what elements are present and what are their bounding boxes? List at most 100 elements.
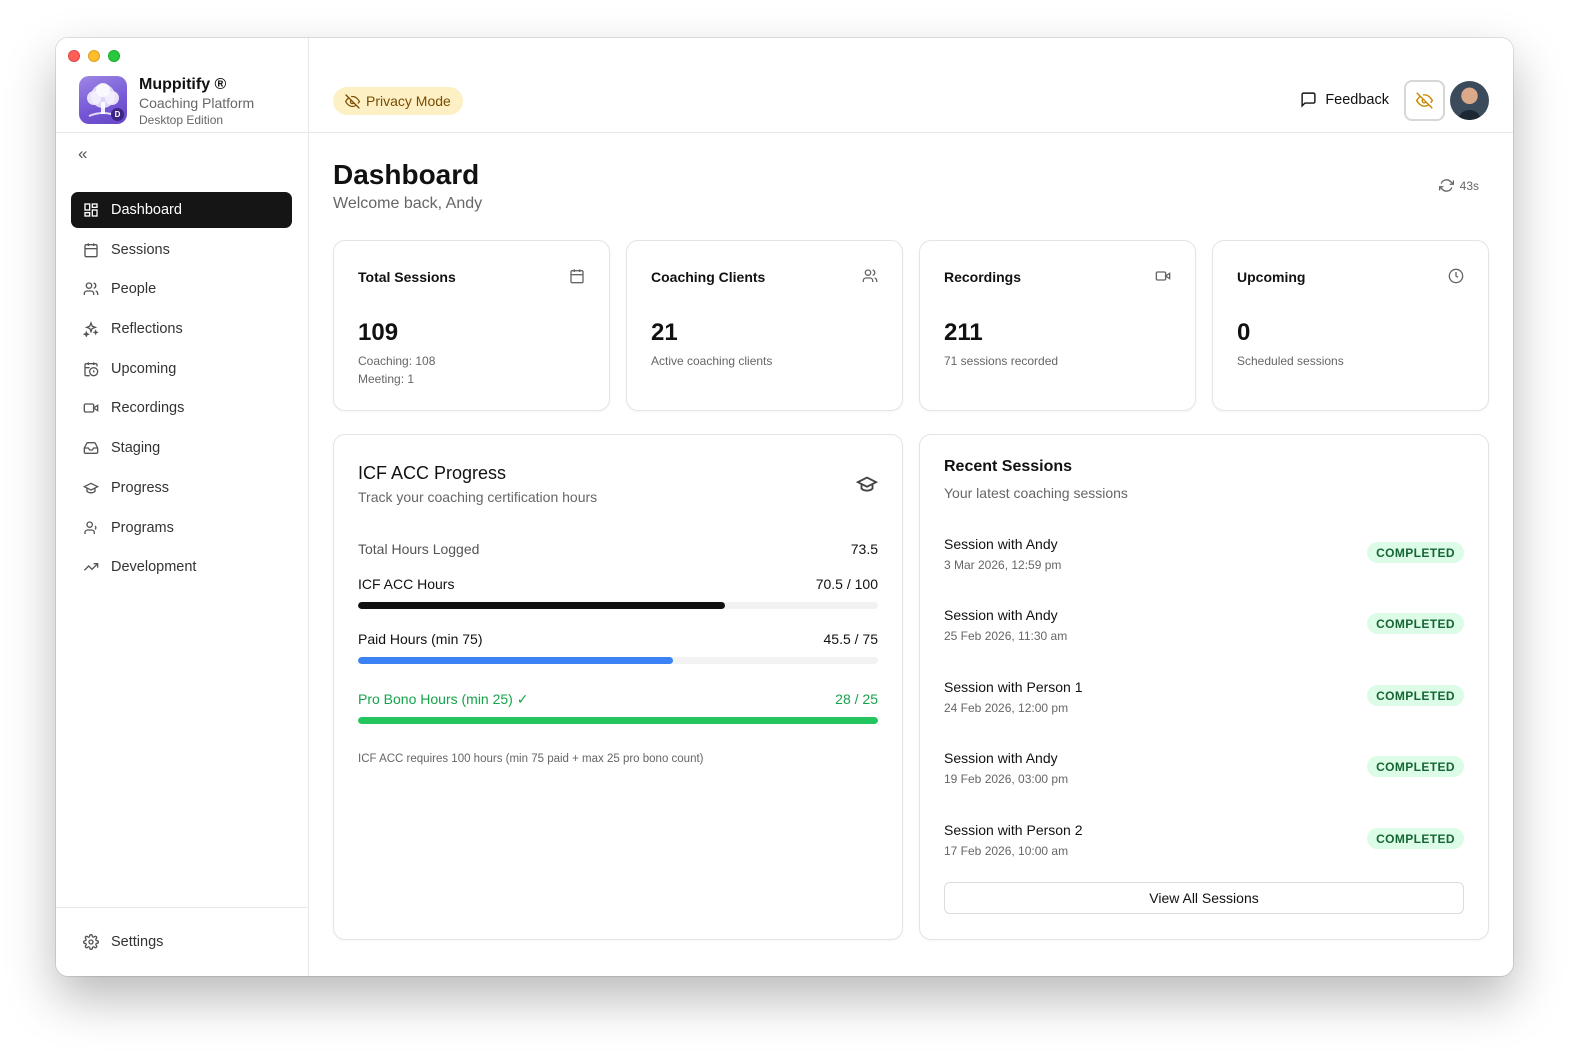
status-badge: COMPLETED [1367, 685, 1464, 706]
session-date: 17 Feb 2026, 10:00 am [944, 844, 1069, 858]
total-hours-row: Total Hours Logged 73.5 [358, 541, 878, 557]
stat-note: 71 sessions recorded [944, 354, 1059, 368]
status-badge: COMPLETED [1367, 828, 1464, 849]
list-item[interactable]: Session with Andy 3 Mar 2026, 12:59 pm C… [944, 536, 1464, 586]
paid-hours-value: 45.5 / 75 [823, 631, 879, 647]
maximize-window-button[interactable] [108, 50, 120, 62]
session-title: Session with Andy [944, 750, 1058, 766]
list-item[interactable]: Session with Person 1 24 Feb 2026, 12:00… [944, 679, 1464, 729]
sidebar: D Muppitify ® Coaching Platform Desktop … [56, 38, 309, 976]
panel-subtitle: Track your coaching certification hours [358, 489, 598, 505]
inbox-icon [83, 442, 99, 455]
session-title: Session with Andy [944, 536, 1058, 552]
calendar-clock-icon [84, 362, 99, 377]
refresh-button[interactable]: 43s [1438, 178, 1479, 193]
sidebar-settings: Settings [71, 924, 292, 964]
sidebar-item-label: Development [111, 559, 197, 576]
sidebar-item-label: Reflections [111, 321, 183, 338]
sidebar-bottom-divider [56, 907, 308, 908]
stat-value: 0 [1237, 319, 1251, 346]
sidebar-item-settings[interactable]: Settings [71, 924, 292, 960]
sidebar-item-recordings[interactable]: Recordings [71, 390, 292, 426]
app-edition: Desktop Edition [139, 113, 224, 127]
collapse-sidebar-button[interactable]: « [78, 144, 87, 164]
sidebar-item-label: Settings [111, 934, 164, 950]
pro-bono-bar [358, 717, 878, 724]
panel-subtitle: Your latest coaching sessions [944, 485, 1128, 501]
user-avatar[interactable] [1450, 81, 1489, 120]
session-date: 24 Feb 2026, 12:00 pm [944, 701, 1069, 715]
sidebar-item-upcoming[interactable]: Upcoming [71, 351, 292, 387]
sidebar-item-label: Dashboard [111, 202, 182, 218]
icf-footnote: ICF ACC requires 100 hours (min 75 paid … [358, 753, 704, 765]
status-badge: COMPLETED [1367, 756, 1464, 777]
sidebar-item-label: People [111, 281, 157, 298]
users-icon [83, 282, 99, 296]
stat-note: Scheduled sessions [1237, 354, 1344, 368]
calendar-icon [570, 269, 584, 284]
acc-hours-bar-fill [358, 602, 725, 609]
brand: D Muppitify ® Coaching Platform Desktop … [79, 76, 254, 128]
video-icon [83, 403, 99, 414]
pro-bono-value: 28 / 25 [835, 691, 878, 707]
panel-title: ICF ACC Progress [358, 463, 507, 483]
session-date: 3 Mar 2026, 12:59 pm [944, 558, 1062, 572]
recent-sessions-panel: Recent Sessions Your latest coaching ses… [919, 434, 1489, 940]
sidebar-item-label: Sessions [111, 241, 170, 258]
sidebar-item-label: Programs [111, 519, 174, 536]
sidebar-item-people[interactable]: People [71, 271, 292, 307]
graduation-cap-icon [856, 476, 878, 492]
paid-hours-bar-fill [358, 657, 674, 664]
acc-hours-bar [358, 602, 878, 609]
paid-hours-label: Paid Hours (min 75) [358, 631, 483, 647]
main-content: Privacy Mode Feedback Dashboard Welcome … [309, 38, 1513, 976]
feedback-button[interactable]: Feedback [1300, 91, 1389, 108]
list-item[interactable]: Session with Person 2 17 Feb 2026, 10:00… [944, 822, 1464, 872]
close-window-button[interactable] [68, 50, 80, 62]
sidebar-item-sessions[interactable]: Sessions [71, 232, 292, 268]
sidebar-nav: Dashboard Sessions People Reflections Up… [71, 192, 292, 589]
clock-icon [1448, 268, 1464, 284]
gear-icon [83, 934, 99, 950]
session-title: Session with Andy [944, 607, 1058, 623]
sidebar-item-label: Recordings [111, 400, 185, 417]
sidebar-item-label: Upcoming [111, 360, 177, 377]
list-item[interactable]: Session with Andy 25 Feb 2026, 11:30 am … [944, 607, 1464, 657]
panel-title: Recent Sessions [944, 458, 1073, 475]
stat-card-total-sessions: Total Sessions 109 Coaching: 108 Meeting… [333, 240, 610, 411]
sidebar-item-development[interactable]: Development [71, 549, 292, 585]
pro-bono-label: Pro Bono Hours (min 25) ✓ [358, 691, 529, 707]
privacy-mode-badge[interactable]: Privacy Mode [333, 87, 463, 115]
app-logo-icon: D [79, 76, 127, 124]
sidebar-item-staging[interactable]: Staging [71, 430, 292, 466]
feedback-label: Feedback [1325, 91, 1389, 108]
app-window: D Muppitify ® Coaching Platform Desktop … [56, 38, 1513, 976]
sidebar-item-progress[interactable]: Progress [71, 470, 292, 506]
status-badge: COMPLETED [1367, 613, 1464, 634]
privacy-toggle-button[interactable] [1404, 80, 1445, 121]
status-badge: COMPLETED [1367, 542, 1464, 563]
eye-off-icon [345, 93, 360, 109]
session-title: Session with Person 1 [944, 679, 1083, 695]
stat-label: Coaching Clients [651, 269, 766, 285]
stat-label: Recordings [944, 269, 1022, 285]
sidebar-item-reflections[interactable]: Reflections [71, 311, 292, 347]
stat-label: Upcoming [1237, 269, 1306, 285]
app-subtitle: Coaching Platform [139, 95, 255, 111]
stat-value: 211 [944, 319, 983, 346]
user-check-icon [84, 520, 97, 534]
graduation-cap-icon [83, 482, 99, 494]
sidebar-item-label: Staging [111, 440, 161, 457]
refresh-icon [1438, 179, 1454, 192]
session-date: 25 Feb 2026, 11:30 am [944, 629, 1068, 643]
list-item[interactable]: Session with Andy 19 Feb 2026, 03:00 pm … [944, 750, 1464, 800]
top-bar: Privacy Mode Feedback [309, 38, 1513, 133]
session-title: Session with Person 2 [944, 822, 1083, 838]
sidebar-divider [56, 132, 308, 133]
minimize-window-button[interactable] [88, 50, 100, 62]
view-all-sessions-button[interactable]: View All Sessions [944, 882, 1464, 914]
session-date: 19 Feb 2026, 03:00 pm [944, 772, 1069, 786]
sidebar-item-dashboard[interactable]: Dashboard [71, 192, 292, 228]
sidebar-item-programs[interactable]: Programs [71, 510, 292, 546]
users-icon [862, 269, 878, 282]
